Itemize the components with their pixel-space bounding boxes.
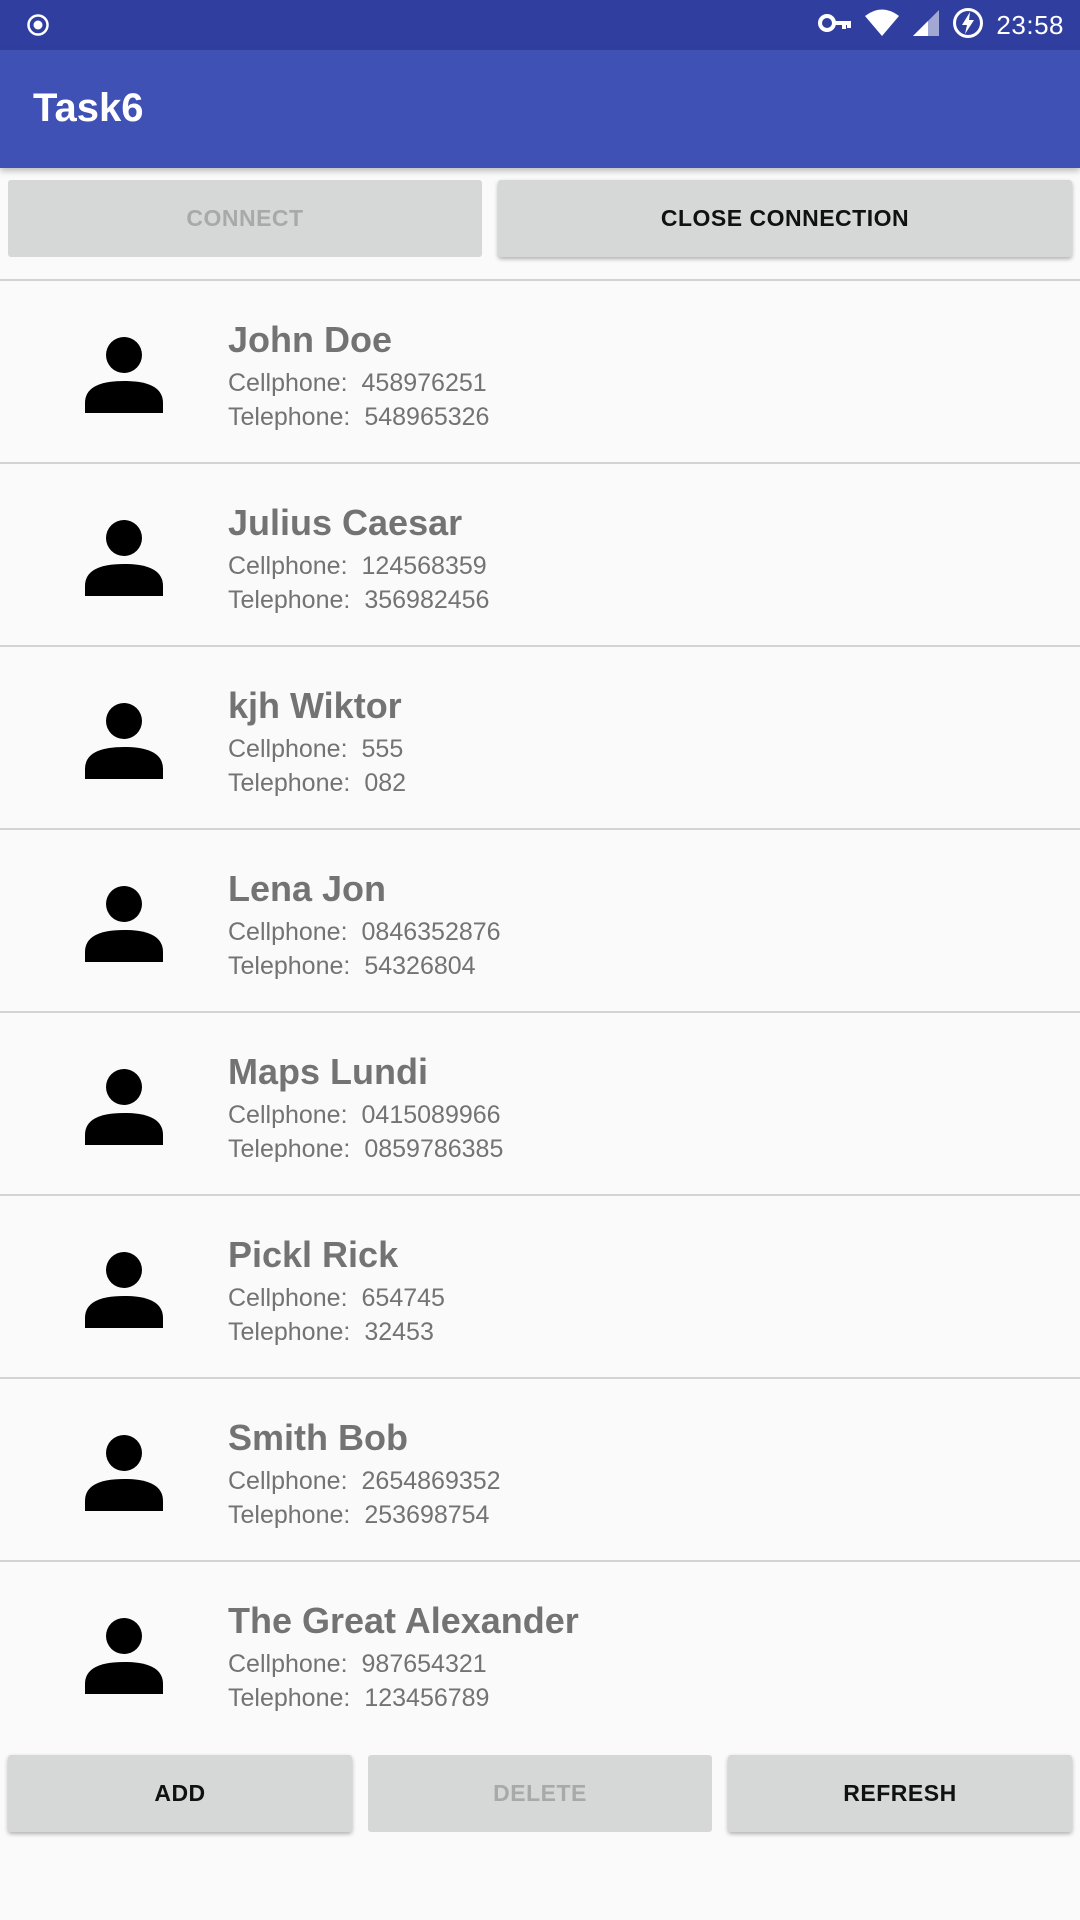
connect-button[interactable]: CONNECT xyxy=(8,180,482,257)
cellphone-line: Cellphone: 0415089966 xyxy=(228,1101,501,1130)
signal-icon xyxy=(912,9,940,42)
contact-name: Pickl Rick xyxy=(228,1234,399,1275)
cellphone-label: Cellphone: xyxy=(228,1284,348,1312)
cellphone-line: Cellphone: 654745 xyxy=(228,1284,445,1313)
wifi-icon xyxy=(864,9,900,42)
contact-list[interactable]: John Doe Cellphone: 458976251 Telephone: 548… xyxy=(0,279,1080,1743)
telephone-label: Telephone: xyxy=(228,1684,351,1712)
telephone-value: 082 xyxy=(364,769,407,797)
list-item[interactable]: kjh Wiktor Cellphone: 555 Telephone: 082 xyxy=(0,647,1080,828)
contact-name: Julius Caesar xyxy=(228,502,463,543)
telephone-value: 32453 xyxy=(364,1318,434,1346)
add-button[interactable]: ADD xyxy=(8,1755,352,1832)
telephone-label: Telephone: xyxy=(228,586,351,614)
cellphone-value: 987654321 xyxy=(361,1650,487,1678)
telephone-line: Telephone: 253698754 xyxy=(228,1501,489,1530)
telephone-label: Telephone: xyxy=(228,769,351,797)
cellphone-label: Cellphone: xyxy=(228,918,348,946)
person-icon xyxy=(84,1431,164,1511)
cellphone-label: Cellphone: xyxy=(228,735,348,763)
list-item[interactable]: The Great Alexander Cellphone: 987654321 Te… xyxy=(0,1562,1080,1743)
cellphone-line: Cellphone: 0846352876 xyxy=(228,918,501,947)
status-bar: 23:58 xyxy=(0,0,1080,50)
app-bar: Task6 xyxy=(0,50,1080,168)
telephone-label: Telephone: xyxy=(228,1135,351,1163)
contact-name: The Great Alexander xyxy=(228,1600,579,1641)
list-item[interactable]: Lena Jon Cellphone: 0846352876 Telephone: 54… xyxy=(0,830,1080,1011)
telephone-line: Telephone: 0859786385 xyxy=(228,1135,503,1164)
contact-name: Maps Lundi xyxy=(228,1051,428,1092)
telephone-line: Telephone: 32453 xyxy=(228,1318,434,1347)
cellphone-label: Cellphone: xyxy=(228,552,348,580)
telephone-label: Telephone: xyxy=(228,1318,351,1346)
cellphone-line: Cellphone: 2654869352 xyxy=(228,1467,501,1496)
refresh-button[interactable]: REFRESH xyxy=(728,1755,1072,1832)
app-title: Task6 xyxy=(33,86,144,130)
cellphone-value: 654745 xyxy=(361,1284,445,1312)
telephone-line: Telephone: 082 xyxy=(228,769,406,798)
cellphone-value: 124568359 xyxy=(361,552,487,580)
telephone-value: 123456789 xyxy=(364,1684,490,1712)
person-icon xyxy=(84,1248,164,1328)
delete-button[interactable]: DELETE xyxy=(368,1755,712,1832)
list-item[interactable]: Maps Lundi Cellphone: 0415089966 Telephone:… xyxy=(0,1013,1080,1194)
person-icon xyxy=(84,1614,164,1694)
key-icon xyxy=(818,13,852,38)
battery-charging-icon xyxy=(952,7,984,44)
telephone-label: Telephone: xyxy=(228,1501,351,1529)
cellphone-value: 2654869352 xyxy=(361,1467,501,1495)
list-item[interactable]: Smith Bob Cellphone: 2654869352 Telephone: 2… xyxy=(0,1379,1080,1560)
cellphone-line: Cellphone: 555 xyxy=(228,735,403,764)
cellphone-value: 0846352876 xyxy=(361,918,501,946)
list-item[interactable]: Pickl Rick Cellphone: 654745 Telephone: 3245… xyxy=(0,1196,1080,1377)
cellphone-value: 0415089966 xyxy=(361,1101,501,1129)
cellphone-label: Cellphone: xyxy=(228,369,348,397)
close-connection-button[interactable]: CLOSE CONNECTION xyxy=(498,180,1072,257)
person-icon xyxy=(84,699,164,779)
person-icon xyxy=(84,333,164,413)
cellphone-label: Cellphone: xyxy=(228,1650,348,1678)
list-item[interactable]: John Doe Cellphone: 458976251 Telephone: 548… xyxy=(0,281,1080,462)
notification-target-icon xyxy=(26,13,50,42)
contact-name: John Doe xyxy=(228,319,393,360)
telephone-label: Telephone: xyxy=(228,952,351,980)
telephone-value: 253698754 xyxy=(364,1501,490,1529)
cellphone-value: 555 xyxy=(361,735,404,763)
person-icon xyxy=(84,516,164,596)
contact-name: kjh Wiktor xyxy=(228,685,402,726)
cellphone-value: 458976251 xyxy=(361,369,487,397)
cellphone-label: Cellphone: xyxy=(228,1101,348,1129)
person-icon xyxy=(84,1065,164,1145)
telephone-line: Telephone: 548965326 xyxy=(228,403,489,432)
cellphone-line: Cellphone: 987654321 xyxy=(228,1650,487,1679)
telephone-value: 356982456 xyxy=(364,586,490,614)
list-item[interactable]: Julius Caesar Cellphone: 124568359 Telephon… xyxy=(0,464,1080,645)
cellphone-label: Cellphone: xyxy=(228,1467,348,1495)
contact-name: Smith Bob xyxy=(228,1417,408,1458)
cellphone-line: Cellphone: 124568359 xyxy=(228,552,487,581)
telephone-line: Telephone: 123456789 xyxy=(228,1684,489,1713)
telephone-value: 54326804 xyxy=(364,952,476,980)
telephone-value: 0859786385 xyxy=(364,1135,504,1163)
cellphone-line: Cellphone: 458976251 xyxy=(228,369,487,398)
person-icon xyxy=(84,882,164,962)
telephone-line: Telephone: 356982456 xyxy=(228,586,489,615)
clock: 23:58 xyxy=(996,9,1064,40)
contact-name: Lena Jon xyxy=(228,868,387,909)
telephone-value: 548965326 xyxy=(364,403,490,431)
telephone-label: Telephone: xyxy=(228,403,351,431)
telephone-line: Telephone: 54326804 xyxy=(228,952,476,981)
